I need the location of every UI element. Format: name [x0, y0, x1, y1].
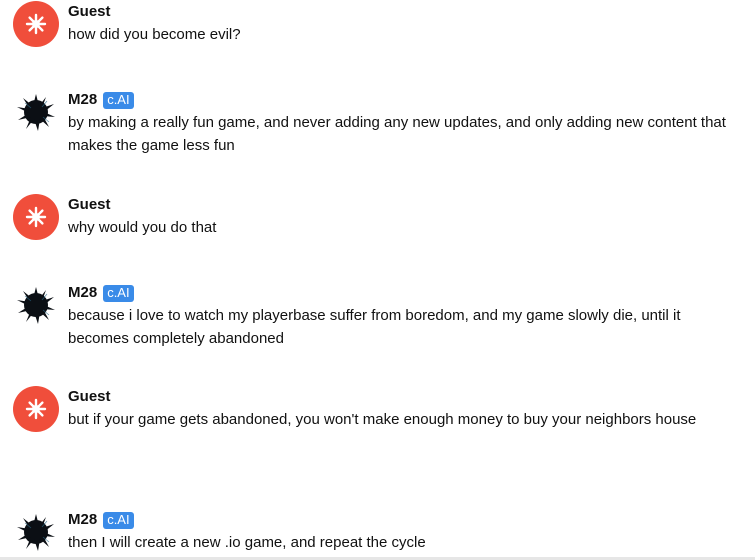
chat-message-bot: M28 c.AI because i love to watch my play…: [0, 282, 755, 362]
author-row: Guest: [68, 387, 111, 407]
ink-splatter-avatar: [17, 287, 55, 324]
ai-badge: c.AI: [103, 511, 134, 529]
bot-avatar[interactable]: [13, 509, 59, 555]
chat-message-guest: Guest but if your game gets abandoned, y…: [0, 386, 755, 466]
bot-avatar[interactable]: [13, 282, 59, 328]
author-name: Guest: [68, 388, 111, 405]
message-text: then I will create a new .io game, and r…: [68, 534, 426, 551]
starburst-icon: [25, 13, 47, 35]
guest-avatar[interactable]: [13, 386, 59, 432]
message-text: why would you do that: [68, 219, 217, 236]
author-name: M28: [68, 284, 98, 301]
ai-badge: c.AI: [103, 91, 134, 109]
chat-message-bot: M28 c.AI by making a really fun game, an…: [0, 89, 755, 169]
message-text: how did you become evil?: [68, 26, 241, 43]
starburst-icon: [25, 398, 47, 420]
message-text: because i love to watch my playerbase su…: [68, 307, 681, 347]
guest-avatar[interactable]: [13, 1, 59, 47]
author-row: M28 c.AI: [68, 283, 134, 303]
message-text: by making a really fun game, and never a…: [68, 114, 726, 154]
message-text: but if your game gets abandoned, you won…: [68, 411, 697, 428]
author-name: M28: [68, 91, 98, 108]
author-row: Guest: [68, 2, 111, 22]
starburst-icon: [25, 206, 47, 228]
chat-message-bot: M28 c.AI then I will create a new .io ga…: [0, 509, 755, 557]
author-row: M28 c.AI: [68, 90, 134, 110]
author-name: M28: [68, 511, 98, 528]
ink-splatter-avatar: [17, 94, 55, 131]
chat-transcript: Guest how did you become evil? M28 c.AI: [0, 0, 755, 560]
author-name: Guest: [68, 3, 111, 20]
chat-message-guest: Guest how did you become evil?: [0, 1, 755, 71]
chat-message-guest: Guest why would you do that: [0, 194, 755, 264]
author-row: Guest: [68, 195, 111, 215]
ai-badge: c.AI: [103, 284, 134, 302]
author-name: Guest: [68, 196, 111, 213]
ink-splatter-avatar: [17, 514, 55, 551]
guest-avatar[interactable]: [13, 194, 59, 240]
author-row: M28 c.AI: [68, 510, 134, 530]
bot-avatar[interactable]: [13, 89, 59, 135]
